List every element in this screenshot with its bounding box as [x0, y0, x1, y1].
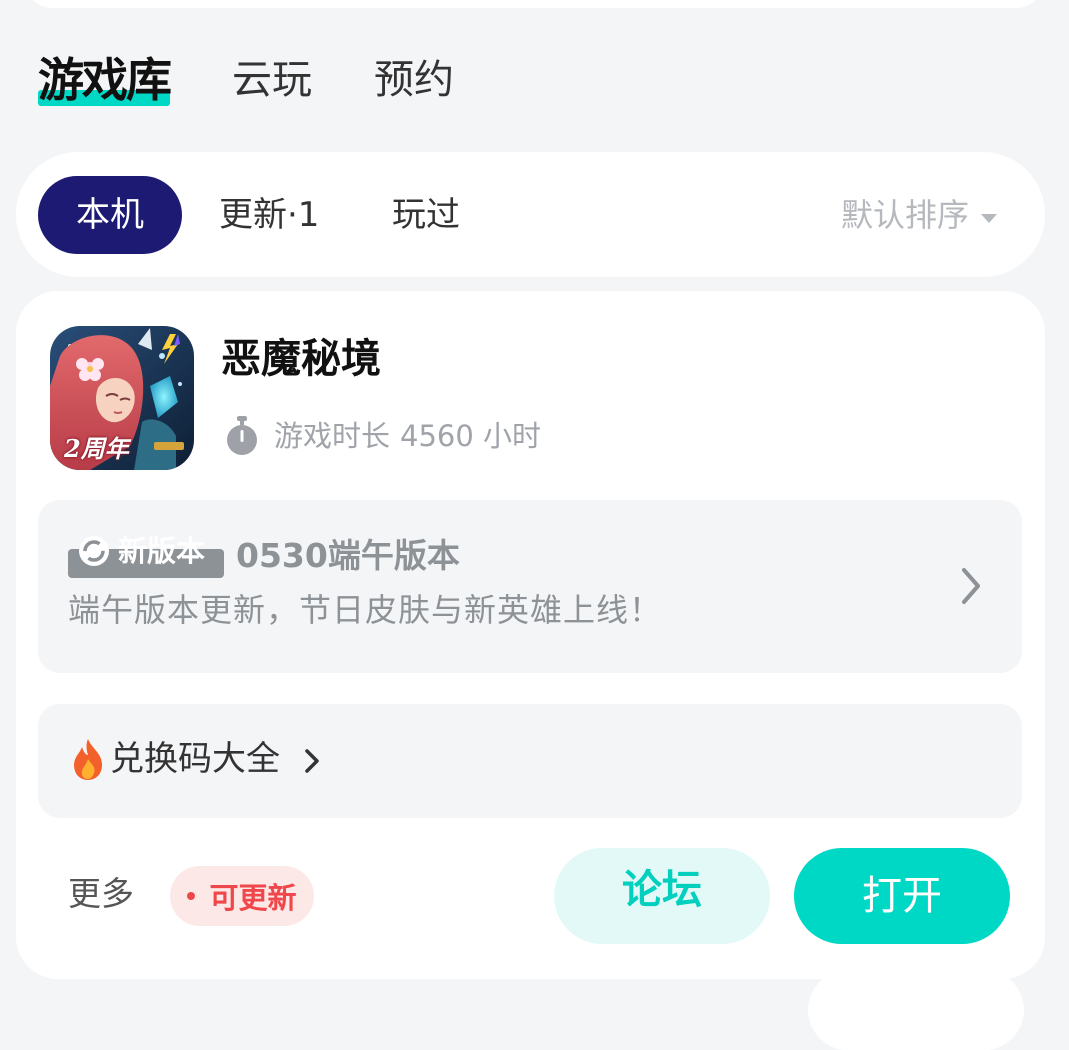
redeem-label: 兑换码大全: [110, 739, 280, 779]
update-dot-icon: [187, 892, 196, 900]
tab-game-library[interactable]: 游戏库: [38, 48, 172, 112]
filter-chip-played[interactable]: 玩过: [392, 176, 460, 254]
new-version-badge: 新版本: [68, 529, 224, 578]
chevron-right-icon: [305, 749, 319, 773]
playtime-row: 游戏时长 4560 小时: [224, 414, 541, 458]
sort-label: 默认排序: [840, 196, 969, 234]
badge-label: 新版本: [118, 534, 206, 568]
previous-card-edge: [24, 0, 1044, 8]
floating-bubble-edge: [808, 970, 1024, 1050]
fire-icon: [74, 739, 102, 780]
anniversary-badge: 2周年: [64, 434, 129, 463]
tab-label: 云玩: [232, 57, 312, 103]
news-title: 0530端午版本: [236, 536, 460, 575]
main-tabs: 游戏库 云玩 预约: [38, 48, 516, 118]
more-button[interactable]: 更多: [68, 869, 134, 919]
playtime-value: 4560 小时: [400, 419, 542, 453]
news-description: 端午版本更新，节日皮肤与新英雄上线！: [68, 591, 663, 629]
game-app-icon[interactable]: 2周年: [50, 326, 194, 470]
filter-chip-local[interactable]: 本机: [38, 176, 182, 254]
game-card: 2周年 恶魔秘境 游戏时长 4560 小时 新版本 0530端午版本 端午版本更…: [16, 291, 1045, 979]
game-title[interactable]: 恶魔秘境: [221, 331, 381, 387]
tab-label: 游戏库: [38, 53, 172, 107]
tab-cloud-play[interactable]: 云玩: [232, 48, 312, 112]
version-news-panel[interactable]: 新版本 0530端午版本 端午版本更新，节日皮肤与新英雄上线！: [38, 500, 1022, 673]
filter-chip-updates[interactable]: 更新·1: [219, 176, 319, 254]
playtime-label: 游戏时长: [274, 419, 391, 453]
stopwatch-icon: [227, 416, 257, 455]
filter-bar: 本机 更新·1 玩过 默认排序: [16, 152, 1045, 277]
caret-down-icon: [981, 213, 997, 223]
sort-dropdown[interactable]: 默认排序: [841, 176, 997, 254]
chevron-right-icon: [962, 568, 980, 604]
refresh-icon: [79, 536, 109, 566]
update-available-badge[interactable]: 可更新: [170, 866, 314, 926]
open-game-button[interactable]: 打开: [794, 848, 1010, 944]
update-badge-label: 可更新: [209, 881, 297, 915]
forum-button[interactable]: 论坛: [554, 848, 770, 944]
redeem-codes-panel[interactable]: 兑换码大全: [38, 704, 1022, 818]
tab-label: 预约: [374, 57, 454, 103]
tab-reservation[interactable]: 预约: [374, 48, 454, 112]
